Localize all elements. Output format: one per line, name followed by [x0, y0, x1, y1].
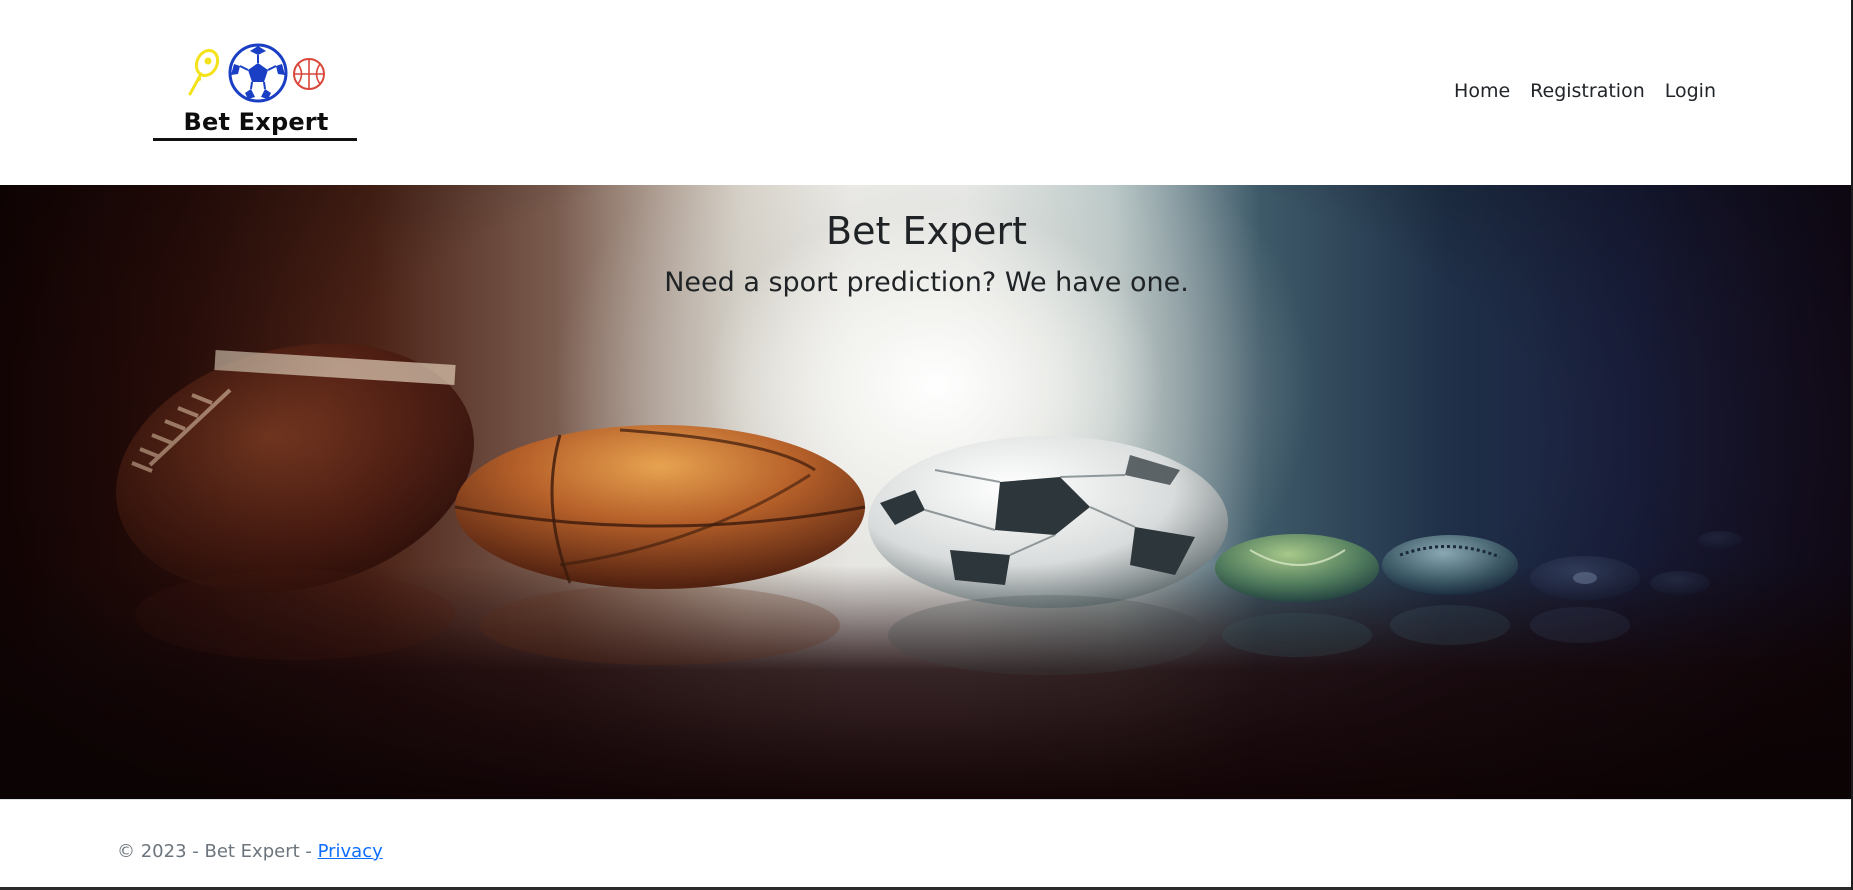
hero-title: Bet Expert [826, 209, 1027, 253]
main-nav: Home Registration Login [1444, 76, 1726, 106]
nav-registration-link[interactable]: Registration [1520, 76, 1655, 106]
hero-subtitle: Need a sport prediction? We have one. [664, 267, 1189, 298]
tennis-icon [188, 48, 220, 96]
logo[interactable]: Bet Expert [153, 40, 359, 144]
logo-text: Bet Expert [183, 108, 329, 136]
hero-banner: Bet Expert Need a sport prediction? We h… [0, 185, 1853, 799]
soccer-ball-icon [228, 43, 288, 103]
basketball-icon [293, 58, 325, 90]
footer-text: © 2023 - Bet Expert - Privacy [117, 840, 383, 864]
nav-login-link[interactable]: Login [1655, 76, 1726, 106]
site-footer: © 2023 - Bet Expert - Privacy [0, 799, 1853, 888]
logo-underline [153, 138, 357, 141]
privacy-link[interactable]: Privacy [318, 841, 383, 862]
logo-graphic [188, 43, 325, 103]
nav-home-link[interactable]: Home [1444, 76, 1520, 106]
footer-copyright: © 2023 - Bet Expert - [117, 841, 318, 862]
site-header: Bet Expert Home Registration Login [0, 0, 1853, 185]
